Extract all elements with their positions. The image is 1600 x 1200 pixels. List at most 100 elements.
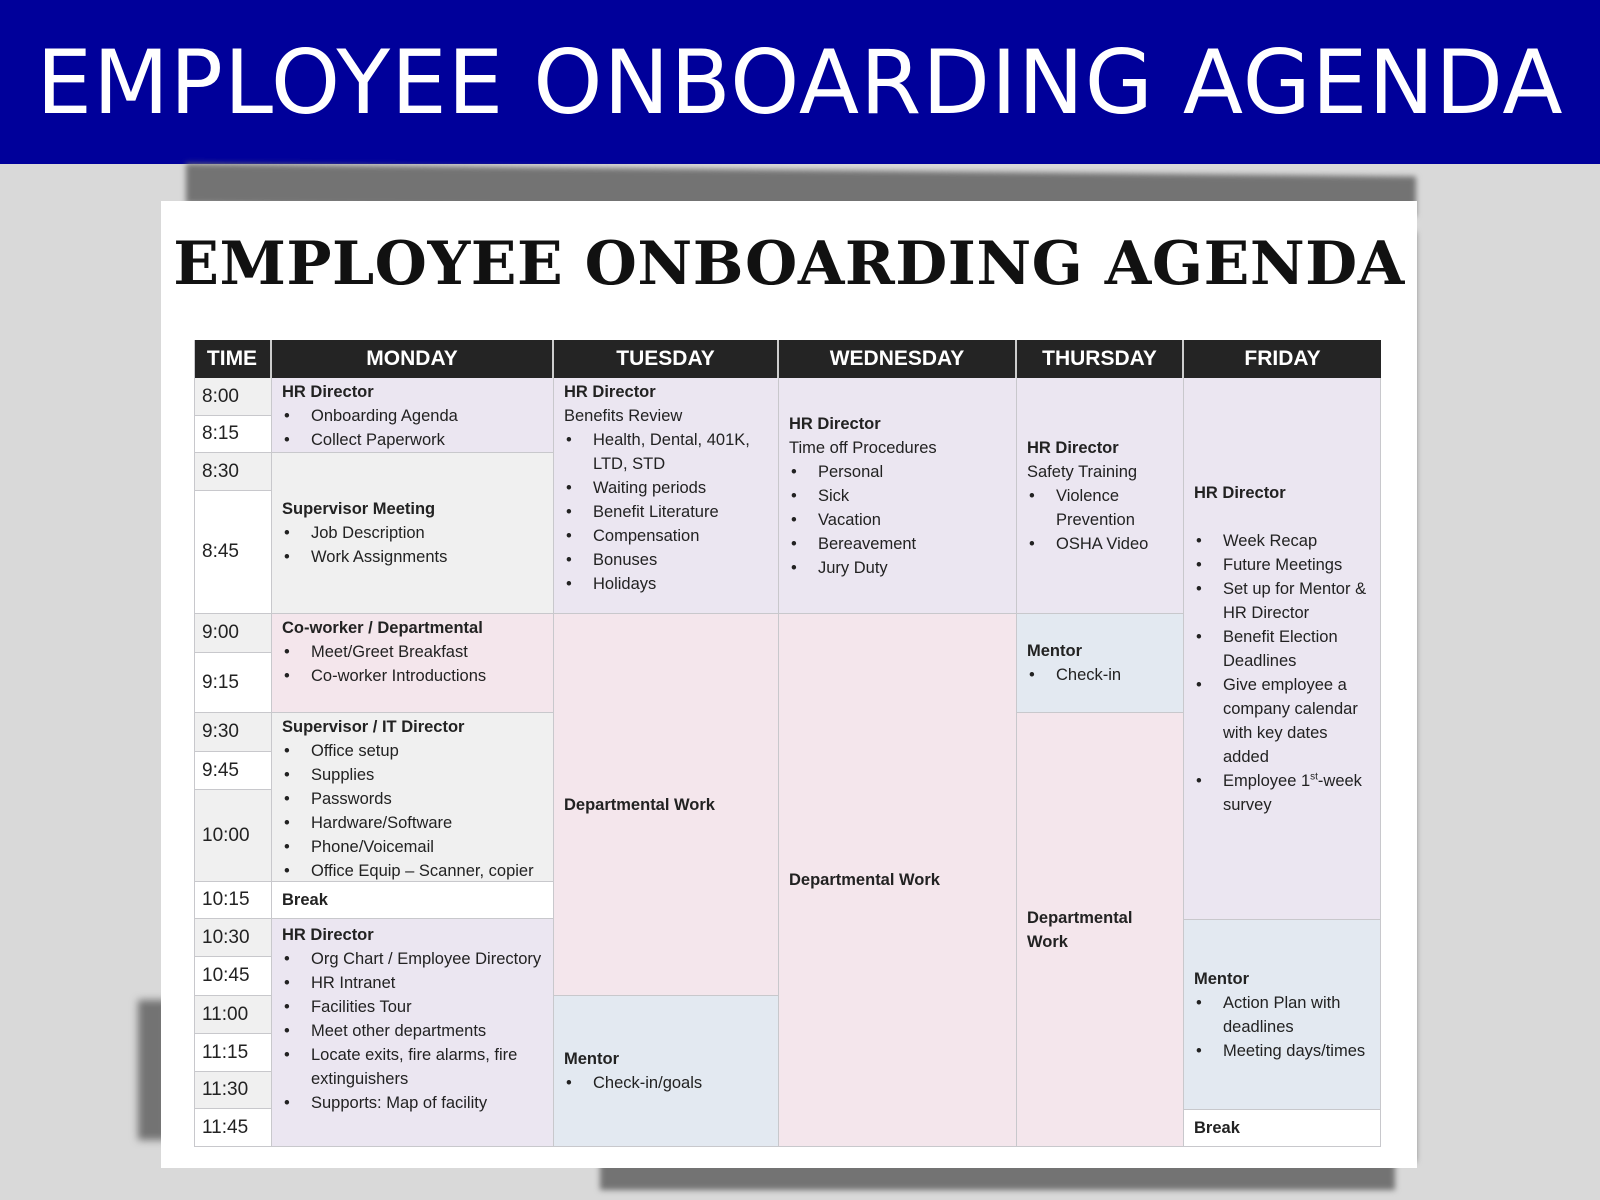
block-subtitle: Benefits Review (564, 407, 683, 425)
header-time: TIME (194, 340, 272, 378)
ordinal-suffix: st (1310, 771, 1318, 782)
agenda-item: OSHA Video (1027, 532, 1173, 556)
monday-supervisor-meeting-block: Supervisor Meeting Job Description Work … (272, 453, 554, 614)
block-role: HR Director (282, 926, 374, 944)
friday-hr-director-block: HR Director Week Recap Future Meetings S… (1184, 378, 1381, 920)
agenda-item: Sick (789, 484, 1006, 508)
agenda-item: Jury Duty (789, 556, 1006, 580)
agenda-item: Check-in/goals (564, 1071, 768, 1095)
agenda-item: Action Plan with deadlines (1194, 991, 1370, 1039)
time-slot: 8:45 (194, 491, 272, 614)
agenda-item: Facilities Tour (282, 995, 543, 1019)
agenda-item: Compensation (564, 524, 768, 548)
agenda-item: Office setup (282, 739, 543, 763)
time-slot: 11:45 (194, 1109, 272, 1147)
agenda-item: Future Meetings (1194, 553, 1370, 577)
time-slot: 8:15 (194, 416, 272, 453)
agenda-item: Benefit Election Deadlines (1194, 625, 1370, 673)
agenda-item: Meeting days/times (1194, 1039, 1370, 1063)
document-title: EMPLOYEE ONBOARDING AGENDA (173, 229, 1405, 299)
agenda-item: Employee 1st-week survey (1194, 769, 1370, 817)
tuesday-hr-director-block: HR Director Benefits Review Health, Dent… (554, 378, 779, 614)
time-slot: 10:00 (194, 790, 272, 882)
header-wednesday: WEDNESDAY (779, 340, 1017, 378)
header-tuesday: TUESDAY (554, 340, 779, 378)
header-thursday: THURSDAY (1017, 340, 1184, 378)
wednesday-departmental-work-block: Departmental Work (779, 614, 1017, 1147)
block-role: HR Director (282, 383, 374, 401)
agenda-item: Co-worker Introductions (282, 664, 543, 688)
top-banner: EMPLOYEE ONBOARDING AGENDA (0, 0, 1600, 164)
time-slot: 10:30 (194, 919, 272, 957)
block-role: HR Director (1027, 438, 1119, 457)
time-slot: 11:30 (194, 1072, 272, 1109)
agenda-item: Health, Dental, 401K, LTD, STD (564, 428, 768, 476)
agenda-item: Phone/Voicemail (282, 835, 543, 859)
agenda-item: Org Chart / Employee Directory (282, 947, 543, 971)
agenda-item: Job Description (282, 521, 543, 545)
time-slot: 11:15 (194, 1034, 272, 1072)
agenda-item: Supplies (282, 763, 543, 787)
agenda-item: HR Intranet (282, 971, 543, 995)
agenda-item: Holidays (564, 572, 768, 596)
agenda-item: Vacation (789, 508, 1006, 532)
block-role: Mentor (1027, 642, 1082, 660)
agenda-item: Bonuses (564, 548, 768, 572)
header-friday: FRIDAY (1184, 340, 1381, 378)
block-role: HR Director (789, 414, 881, 433)
time-slot: 8:00 (194, 378, 272, 416)
block-role: Mentor (1194, 969, 1249, 988)
agenda-item: Violence Prevention (1027, 484, 1173, 532)
banner-title: EMPLOYEE ONBOARDING AGENDA (36, 30, 1564, 134)
time-slot: 11:00 (194, 996, 272, 1034)
agenda-table: TIME MONDAY TUESDAY WEDNESDAY THURSDAY F… (194, 340, 1381, 1147)
agenda-item: Locate exits, fire alarms, fire extingui… (282, 1043, 543, 1091)
thursday-hr-director-block: HR Director Safety Training Violence Pre… (1017, 378, 1184, 614)
agenda-item: Give employee a company calendar with ke… (1194, 673, 1370, 769)
time-slot: 10:15 (194, 882, 272, 919)
monday-hr-director-block-2: HR Director Org Chart / Employee Directo… (272, 919, 554, 1147)
time-slot: 9:15 (194, 653, 272, 713)
monday-coworker-block: Co-worker / Departmental Meet/Greet Brea… (272, 614, 554, 713)
wednesday-hr-director-block: HR Director Time off Procedures Personal… (779, 378, 1017, 614)
agenda-item: Collect Paperwork (282, 428, 543, 452)
agenda-item: Onboarding Agenda (282, 404, 543, 428)
agenda-item: Benefit Literature (564, 500, 768, 524)
agenda-item: Work Assignments (282, 545, 543, 569)
agenda-item: Waiting periods (564, 476, 768, 500)
agenda-item: Passwords (282, 787, 543, 811)
block-role: Break (282, 891, 328, 909)
tuesday-mentor-block: Mentor Check-in/goals (554, 996, 779, 1147)
agenda-item: Hardware/Software (282, 811, 543, 835)
block-role: Mentor (564, 1050, 619, 1068)
item-text: Employee 1 (1223, 771, 1311, 790)
block-role: HR Director (1194, 483, 1286, 502)
agenda-item: Meet other departments (282, 1019, 543, 1043)
time-slot: 10:45 (194, 957, 272, 996)
block-role: Departmental Work (789, 871, 940, 889)
block-role: HR Director (564, 383, 656, 401)
block-role: Departmental Work (564, 795, 715, 814)
time-slot: 9:45 (194, 752, 272, 790)
friday-break-block: Break (1184, 1110, 1381, 1147)
thursday-departmental-work-block: Departmental Work (1017, 713, 1184, 1147)
block-subtitle: Time off Procedures (789, 438, 937, 457)
agenda-item: Supports: Map of facility (282, 1091, 543, 1115)
time-slot: 9:00 (194, 614, 272, 653)
agenda-item: Week Recap (1194, 529, 1370, 553)
thursday-mentor-block: Mentor Check-in (1017, 614, 1184, 713)
block-role: Supervisor Meeting (282, 500, 436, 518)
monday-break-block: Break (272, 882, 554, 919)
agenda-item: Check-in (1027, 663, 1173, 687)
agenda-item: Bereavement (789, 532, 1006, 556)
time-slot: 8:30 (194, 453, 272, 491)
agenda-item: Set up for Mentor & HR Director (1194, 577, 1370, 625)
agenda-item: Personal (789, 460, 1006, 484)
agenda-item: Meet/Greet Breakfast (282, 640, 543, 664)
time-slot: 9:30 (194, 713, 272, 752)
block-role: Supervisor / IT Director (282, 718, 465, 736)
tuesday-departmental-work-block: Departmental Work (554, 614, 779, 996)
monday-supervisor-it-block: Supervisor / IT Director Office setup Su… (272, 713, 554, 882)
agenda-item: Office Equip – Scanner, copier (282, 859, 543, 881)
friday-mentor-block: Mentor Action Plan with deadlines Meetin… (1184, 920, 1381, 1110)
